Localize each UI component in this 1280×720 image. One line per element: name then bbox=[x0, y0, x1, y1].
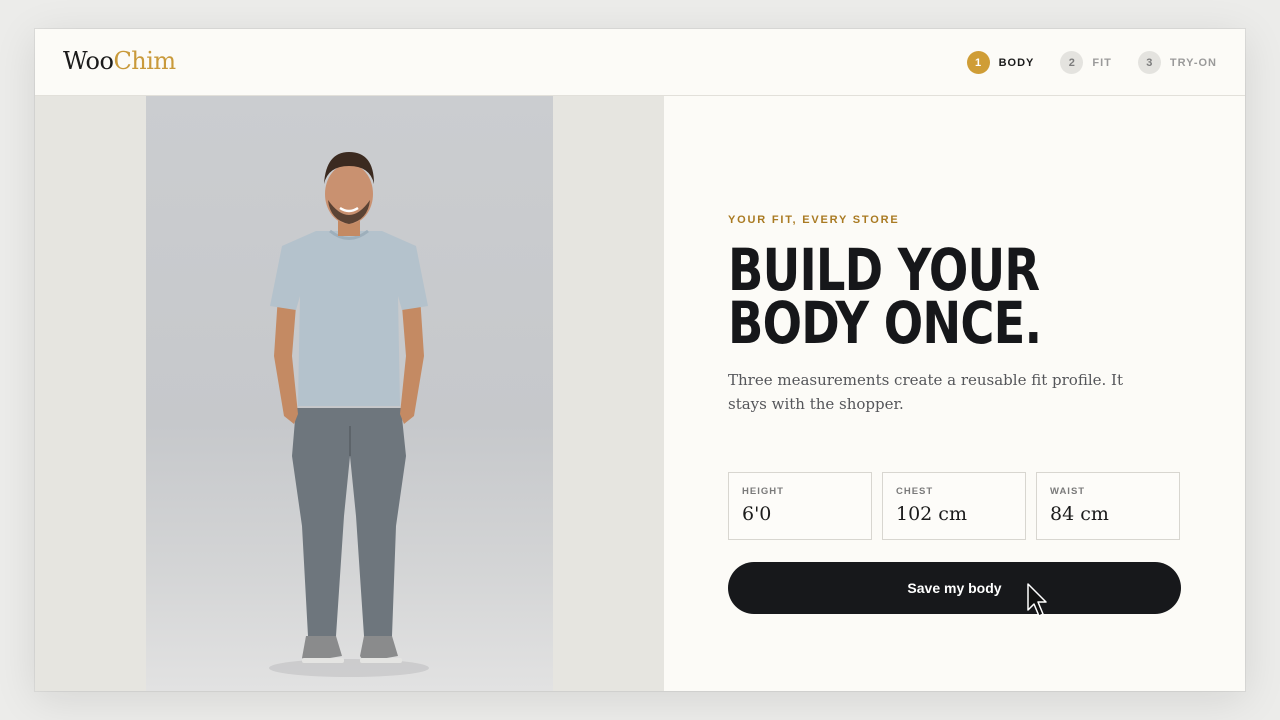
field-label: WAIST bbox=[1050, 486, 1086, 497]
height-field[interactable]: HEIGHT 6'0 bbox=[728, 472, 872, 540]
save-body-button[interactable]: Save my body bbox=[728, 562, 1181, 614]
waist-field[interactable]: WAIST 84 cm bbox=[1036, 472, 1180, 540]
step-number: 2 bbox=[1060, 51, 1084, 74]
logo-accent: Chim bbox=[113, 47, 176, 75]
step-label: BODY bbox=[998, 56, 1035, 69]
description: Three measurements create a reusable fit… bbox=[728, 371, 1124, 413]
step-label: TRY-ON bbox=[1169, 56, 1217, 69]
field-value[interactable]: 84 cm bbox=[1050, 503, 1166, 525]
step-number: 3 bbox=[1137, 51, 1161, 74]
step-try-on[interactable]: 3 TRY-ON bbox=[1137, 51, 1217, 74]
step-label: FIT bbox=[1092, 56, 1112, 69]
page-title: BUILD YOUR BODY ONCE. bbox=[728, 241, 1064, 352]
body-form-panel: YOUR FIT, EVERY STORE BUILD YOUR BODY ONC… bbox=[728, 96, 1198, 691]
app-window: WooChim 1 BODY 2 FIT 3 TRY-ON YOUR FIT, … bbox=[35, 29, 1245, 691]
field-value[interactable]: 6'0 bbox=[742, 503, 858, 525]
step-body[interactable]: 1 BODY bbox=[966, 51, 1035, 74]
logo-primary: Woo bbox=[63, 47, 114, 75]
top-header: WooChim 1 BODY 2 FIT 3 TRY-ON bbox=[35, 29, 1245, 96]
title-line-2: BODY ONCE. bbox=[728, 289, 1042, 357]
step-number: 1 bbox=[966, 51, 990, 74]
image-panel bbox=[35, 96, 664, 691]
field-label: CHEST bbox=[896, 486, 934, 497]
model-photo bbox=[146, 96, 553, 691]
eyebrow-text: YOUR FIT, EVERY STORE bbox=[728, 214, 900, 226]
arrow-cursor-icon bbox=[1026, 582, 1050, 622]
field-label: HEIGHT bbox=[742, 486, 784, 497]
chest-field[interactable]: CHEST 102 cm bbox=[882, 472, 1026, 540]
step-fit[interactable]: 2 FIT bbox=[1060, 51, 1112, 74]
progress-stepper: 1 BODY 2 FIT 3 TRY-ON bbox=[966, 51, 1217, 74]
measurement-fields: HEIGHT 6'0 CHEST 102 cm WAIST 84 cm bbox=[728, 472, 1180, 540]
logo[interactable]: WooChim bbox=[63, 47, 176, 75]
field-value[interactable]: 102 cm bbox=[896, 503, 1012, 525]
